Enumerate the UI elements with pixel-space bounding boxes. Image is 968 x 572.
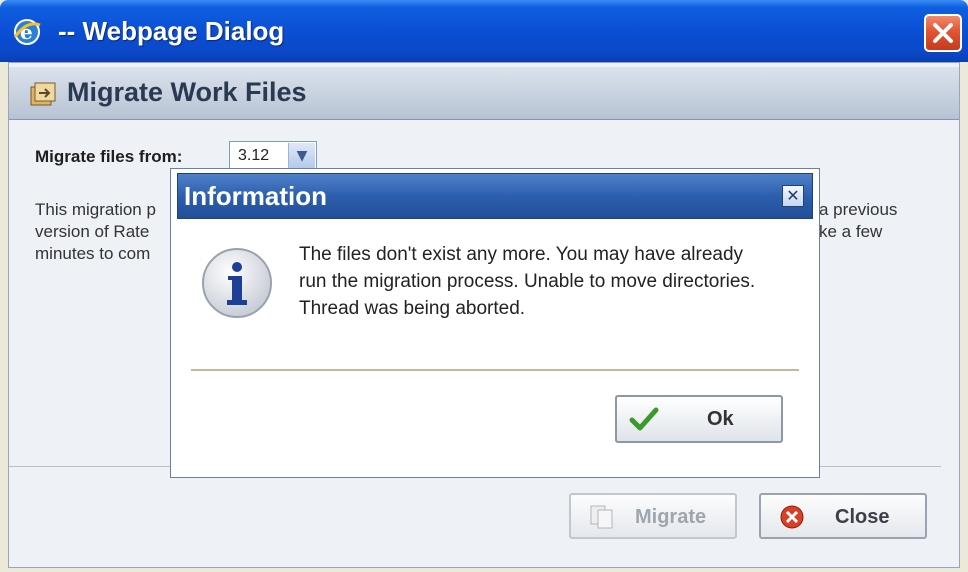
information-modal: Information ✕ The files don't exist any … bbox=[170, 168, 820, 478]
migrate-from-value: 3.12 bbox=[238, 147, 270, 164]
migrate-files-icon bbox=[30, 82, 56, 106]
migrate-button[interactable]: Migrate bbox=[569, 493, 737, 539]
header-band: Migrate Work Files bbox=[9, 67, 959, 120]
window-title: -- Webpage Dialog bbox=[58, 16, 285, 46]
window-close-button[interactable] bbox=[924, 14, 962, 52]
ok-button[interactable]: Ok bbox=[615, 395, 783, 443]
close-icon: ✕ bbox=[786, 186, 800, 205]
migrate-from-label: Migrate files from: bbox=[35, 147, 183, 166]
webpage-dialog-window: e -- Webpage Dialog Migrate Work Files M… bbox=[0, 0, 968, 572]
close-icon bbox=[933, 23, 953, 43]
cancel-icon bbox=[780, 505, 804, 529]
migrate-button-label: Migrate bbox=[635, 506, 707, 528]
description-left: This migration p version of Rate minutes… bbox=[35, 200, 156, 263]
page-title: Migrate Work Files bbox=[67, 77, 307, 107]
modal-close-button[interactable]: ✕ bbox=[782, 185, 804, 207]
chevron-down-icon[interactable]: ▼ bbox=[288, 143, 315, 169]
close-button-label: Close bbox=[835, 506, 890, 528]
modal-title: Information bbox=[184, 181, 327, 211]
copy-files-icon bbox=[590, 505, 613, 529]
checkmark-icon bbox=[629, 407, 659, 431]
description-right: a previous ke a few bbox=[819, 200, 898, 241]
info-icon bbox=[202, 248, 272, 318]
close-button[interactable]: Close bbox=[759, 493, 927, 539]
migrate-from-select[interactable]: 3.12 ▼ bbox=[229, 141, 317, 171]
modal-title-bar: Information ✕ bbox=[177, 173, 813, 219]
internet-explorer-icon: e bbox=[13, 19, 41, 45]
modal-message: The files don't exist any more. You may … bbox=[299, 244, 756, 319]
title-bar[interactable]: e -- Webpage Dialog bbox=[0, 0, 968, 62]
modal-divider bbox=[191, 369, 799, 371]
ok-button-label: Ok bbox=[707, 408, 734, 430]
